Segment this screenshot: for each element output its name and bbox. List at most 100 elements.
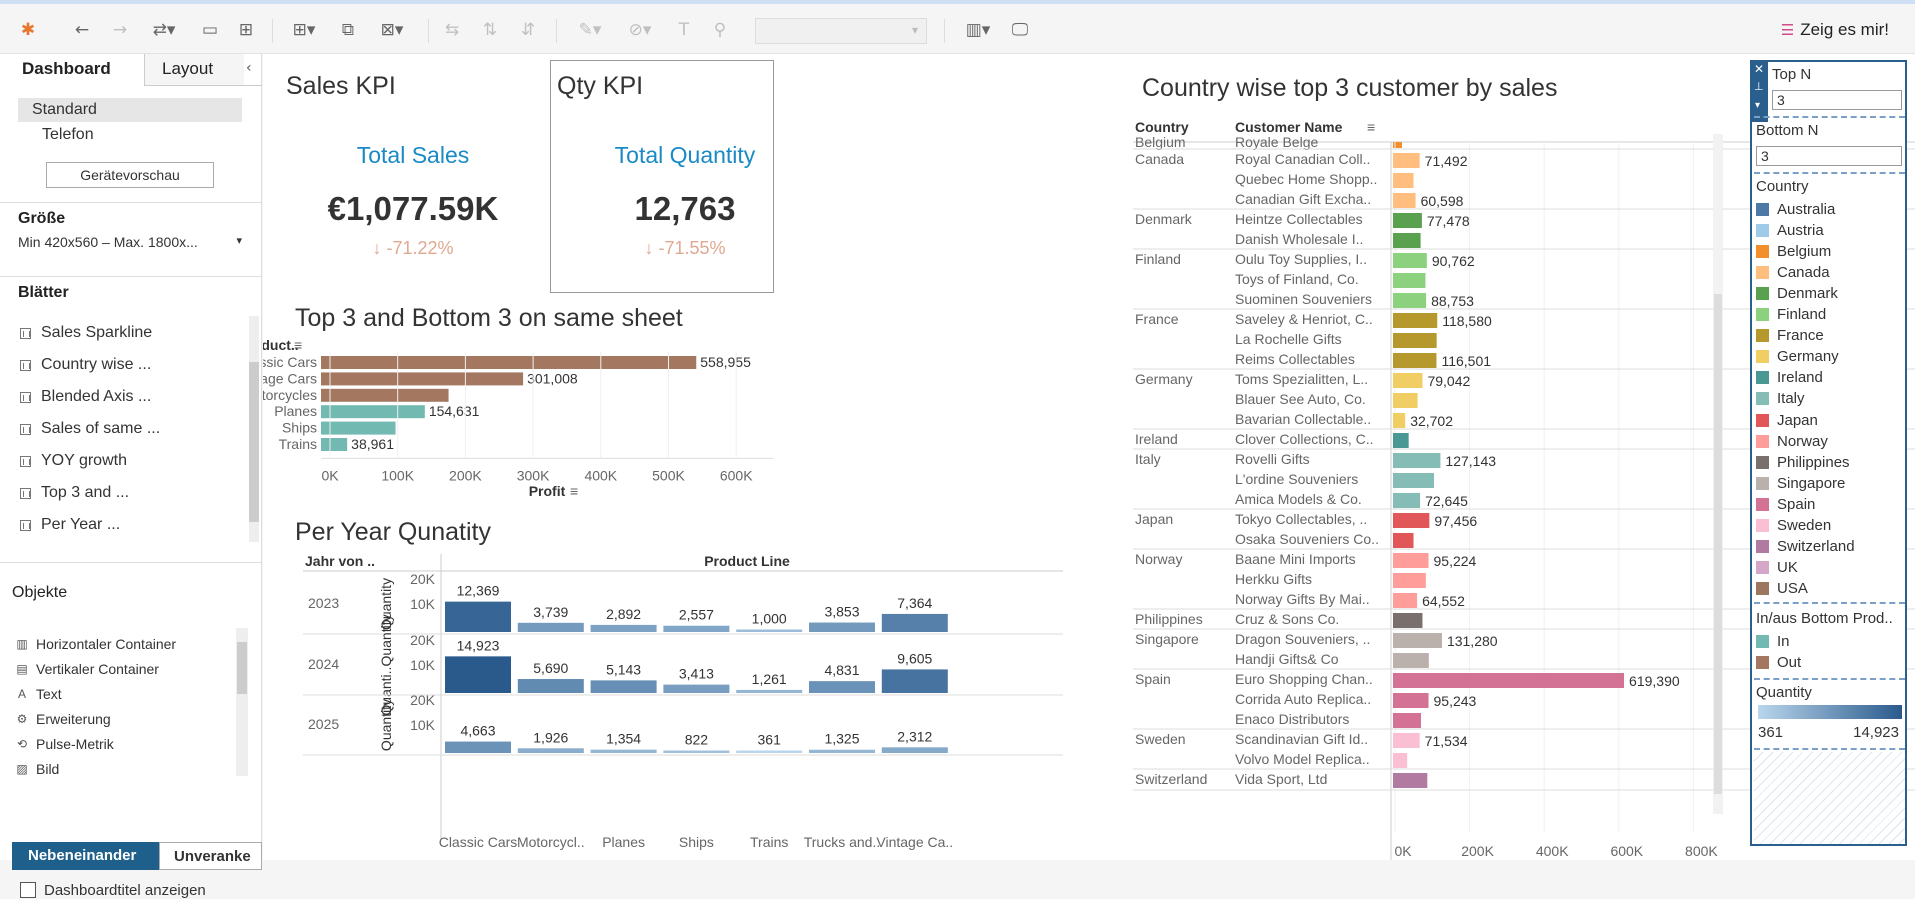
legend-item[interactable]: Belgium bbox=[1756, 242, 1831, 260]
pin-icon[interactable]: ⚲ bbox=[708, 16, 732, 44]
filter-panel: ✕ ⊥ ▾ Top N Bottom N Country Australia Au… bbox=[1750, 60, 1907, 846]
show-title-checkbox[interactable] bbox=[20, 882, 36, 898]
customer-label: Tokyo Collectables, .. bbox=[1235, 511, 1367, 527]
x-tick-label: Classic Cars bbox=[439, 834, 518, 850]
legend-item[interactable]: Ireland bbox=[1756, 369, 1823, 387]
object-item[interactable]: A Text bbox=[16, 686, 62, 702]
object-item[interactable]: ▨ Bild bbox=[16, 761, 59, 777]
duplicate-icon[interactable]: ⧉ bbox=[336, 16, 360, 44]
show-me-icon[interactable]: ▥▾ bbox=[958, 16, 998, 44]
tab-layout[interactable]: Layout bbox=[144, 54, 244, 86]
legend-item[interactable]: France bbox=[1756, 327, 1824, 345]
device-telefon[interactable]: Telefon bbox=[42, 126, 94, 144]
redo-icon[interactable]: → bbox=[108, 16, 132, 44]
tableau-logo-icon[interactable]: ✱ bbox=[16, 16, 40, 44]
data-label: 1,325 bbox=[824, 731, 859, 747]
legend-item[interactable]: Singapore bbox=[1756, 474, 1845, 492]
group-icon[interactable]: ⊘▾ bbox=[620, 16, 660, 44]
tiled-button[interactable]: Nebeneinander bbox=[12, 842, 159, 870]
device-preview-button[interactable]: Gerätevorschau bbox=[46, 162, 214, 188]
legend-item[interactable]: Philippines bbox=[1756, 453, 1850, 471]
top-bottom-chart[interactable]: Product..≡Classic Cars558,955Vintage Car… bbox=[263, 334, 943, 514]
sort-asc-icon[interactable]: ⇅ bbox=[478, 16, 502, 44]
legend-item[interactable]: Spain bbox=[1756, 495, 1815, 513]
new-datasource-icon[interactable]: ⊞ bbox=[234, 16, 258, 44]
customer-label: Bavarian Collectable.. bbox=[1235, 411, 1371, 427]
replay-icon[interactable]: ⇄▾ bbox=[146, 16, 182, 44]
country-label: Japan bbox=[1135, 511, 1173, 527]
legend-label: USA bbox=[1777, 580, 1808, 598]
show-me-button[interactable]: ☰ Zeig es mir! bbox=[1781, 20, 1889, 40]
legend-swatch bbox=[1756, 561, 1769, 575]
object-item[interactable]: ⟲ Pulse-Metrik bbox=[16, 736, 114, 752]
legend-item[interactable]: Denmark bbox=[1756, 284, 1838, 302]
object-item[interactable]: ▥ Horizontaler Container bbox=[16, 636, 176, 652]
data-label: 3,413 bbox=[679, 666, 714, 682]
tab-dashboard[interactable]: Dashboard bbox=[0, 54, 144, 86]
legend-item[interactable]: Germany bbox=[1756, 348, 1839, 366]
legend-item[interactable]: Australia bbox=[1756, 200, 1835, 218]
objects-scrollbar[interactable] bbox=[236, 628, 248, 776]
fit-dropdown[interactable]: ▾ bbox=[755, 18, 927, 44]
bottom-n-input[interactable] bbox=[1756, 146, 1902, 166]
size-dropdown[interactable]: Min 420x560 – Max. 1800x... ▾ bbox=[18, 234, 244, 256]
x-tick-label: 100K bbox=[381, 467, 414, 483]
collapse-panel-icon[interactable]: ‹ bbox=[246, 60, 252, 76]
undo-icon[interactable]: ← bbox=[70, 16, 94, 44]
device-standard[interactable]: Standard bbox=[18, 98, 242, 122]
object-item[interactable]: ⚙ Erweiterung bbox=[16, 711, 111, 727]
sales-kpi-delta: ↓ -71.22% bbox=[313, 238, 513, 259]
bar bbox=[1393, 253, 1427, 268]
legend-item[interactable]: UK bbox=[1756, 559, 1798, 577]
bar bbox=[1393, 493, 1421, 508]
save-icon[interactable]: ▭ bbox=[198, 16, 222, 44]
data-label: 88,753 bbox=[1431, 293, 1474, 309]
sheet-item[interactable]: Country wise ... bbox=[20, 356, 151, 374]
bar bbox=[1393, 693, 1429, 708]
legend-item[interactable]: Japan bbox=[1756, 411, 1818, 429]
sheet-item[interactable]: Top 3 and ... bbox=[20, 484, 129, 502]
legend-item[interactable]: Norway bbox=[1756, 432, 1828, 450]
bar bbox=[1393, 153, 1420, 168]
sheet-item[interactable]: Per Year ... bbox=[20, 516, 120, 534]
pin-icon[interactable]: ⊥ bbox=[1754, 80, 1764, 93]
container-handle[interactable]: ✕ ⊥ ▾ bbox=[1750, 60, 1768, 122]
chevron-down-icon[interactable]: ▾ bbox=[1755, 100, 1760, 111]
legend-item[interactable]: Finland bbox=[1756, 306, 1826, 324]
legend-item[interactable]: Italy bbox=[1756, 390, 1805, 408]
highlight-icon[interactable]: ✎▾ bbox=[570, 16, 610, 44]
bar bbox=[1393, 533, 1414, 548]
presentation-icon[interactable]: 🖵 bbox=[1008, 16, 1032, 44]
worksheet-icon bbox=[20, 391, 31, 403]
floating-button[interactable]: Unveranke bbox=[159, 842, 262, 870]
legend-item[interactable]: Sweden bbox=[1756, 517, 1831, 535]
sort-desc-icon[interactable]: ⇵ bbox=[516, 16, 540, 44]
close-icon[interactable]: ✕ bbox=[1754, 62, 1764, 76]
sheets-scrollbar[interactable] bbox=[249, 316, 259, 542]
sheet-item[interactable]: Blended Axis ... bbox=[20, 388, 151, 406]
bar bbox=[321, 388, 449, 402]
legend-item[interactable]: Switzerland bbox=[1756, 538, 1855, 556]
swap-icon[interactable]: ⇆ bbox=[440, 16, 464, 44]
x-tick-label: 300K bbox=[517, 467, 550, 483]
customer-label: Reims Collectables bbox=[1235, 351, 1355, 367]
per-year-chart[interactable]: Jahr von .. Product Line 2023 Quantity 20K 10… bbox=[263, 544, 1063, 856]
clear-sheet-icon[interactable]: ⊠▾ bbox=[372, 16, 412, 44]
legend-item[interactable]: Austria bbox=[1756, 221, 1824, 239]
sheet-item[interactable]: Sales of same ... bbox=[20, 420, 160, 438]
top-n-input[interactable] bbox=[1772, 90, 1902, 110]
sheet-item[interactable]: YOY growth bbox=[20, 452, 127, 470]
sheet-item[interactable]: Sales Sparkline bbox=[20, 324, 152, 342]
legend-item[interactable]: Out bbox=[1756, 653, 1801, 671]
new-sheet-icon[interactable]: ⊞▾ bbox=[284, 16, 324, 44]
bar bbox=[1393, 553, 1429, 568]
country-scrollbar[interactable] bbox=[1713, 134, 1723, 814]
legend-item[interactable]: In bbox=[1756, 632, 1790, 650]
sales-kpi-label: Total Sales bbox=[356, 142, 470, 168]
data-label: 361 bbox=[758, 732, 782, 748]
label-icon[interactable]: T bbox=[672, 16, 696, 44]
legend-item[interactable]: Canada bbox=[1756, 263, 1830, 281]
object-label: Text bbox=[36, 686, 62, 702]
legend-item[interactable]: USA bbox=[1756, 580, 1808, 598]
object-item[interactable]: ▤ Vertikaler Container bbox=[16, 661, 159, 677]
